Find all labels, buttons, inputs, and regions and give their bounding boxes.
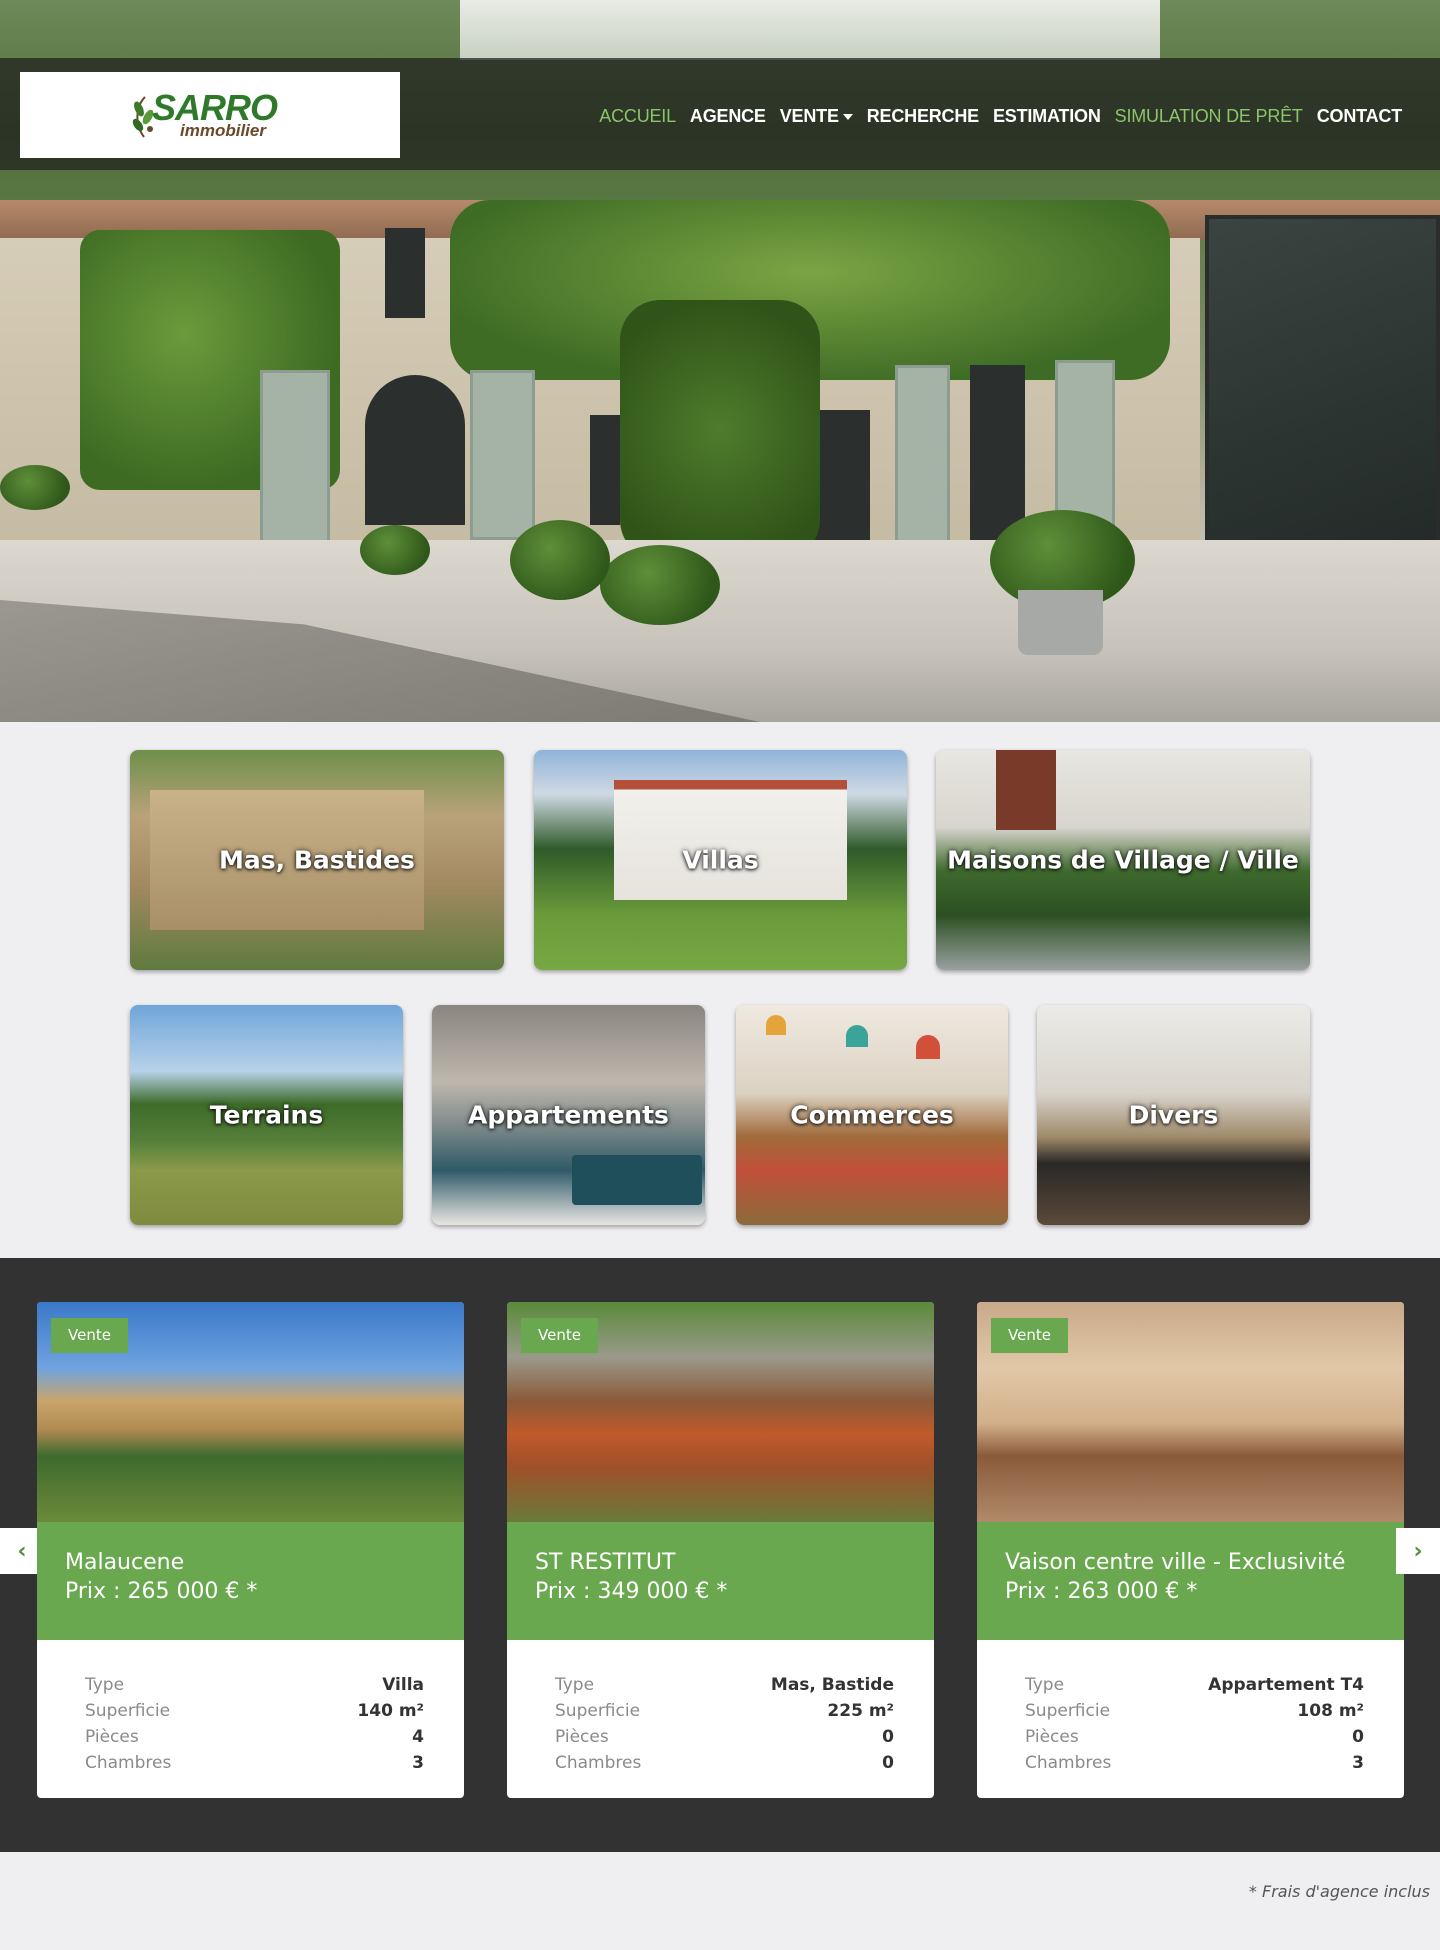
spec-label: Superficie (85, 1701, 171, 1721)
brand-logo[interactable]: SARRO immobilier (20, 72, 400, 158)
listing-card[interactable]: Vente Vaison centre ville - Exclusivité … (977, 1302, 1404, 1798)
spec-value: 3 (412, 1753, 424, 1773)
spec-label: Superficie (1025, 1701, 1111, 1721)
listing-title: ST RESTITUT (535, 1550, 676, 1575)
caret-down-icon (842, 114, 853, 121)
spec-value: 0 (882, 1727, 894, 1747)
listing-price: Prix : 263 000 € * (1005, 1579, 1198, 1604)
listings-carousel: ‹ Vente Malaucene Prix : 265 000 € * Typ… (0, 1258, 1440, 1852)
category-label: Villas (682, 845, 759, 875)
spec-value: 0 (1352, 1727, 1364, 1747)
category-label: Commerces (790, 1100, 954, 1130)
category-tile-commerces[interactable]: Commerces (736, 1005, 1008, 1225)
listing-badge: Vente (51, 1318, 128, 1353)
category-tile-appartements[interactable]: Appartements (432, 1005, 705, 1225)
listing-title: Malaucene (65, 1550, 185, 1575)
category-tile-maisons-de-village-ville[interactable]: Maisons de Village / Ville (936, 750, 1310, 970)
spec-label: Type (1025, 1675, 1065, 1695)
listing-banner: Malaucene Prix : 265 000 € * (37, 1522, 464, 1640)
spec-label: Pièces (555, 1727, 609, 1747)
listing-specs: Type Mas, Bastide Superficie 225 m² Pièces… (555, 1672, 894, 1776)
spec-value: 3 (1352, 1753, 1364, 1773)
nav-item-contact[interactable]: CONTACT (1317, 106, 1402, 127)
spec-value: 0 (882, 1753, 894, 1773)
spec-value: Mas, Bastide (770, 1675, 894, 1695)
spec-value: 108 m² (1297, 1701, 1364, 1721)
category-label: Mas, Bastides (219, 845, 415, 875)
top-navbar: SARRO immobilier ACCUEIL AGENCE VENTE RE… (0, 58, 1440, 170)
nav-item-accueil[interactable]: ACCUEIL (599, 106, 676, 127)
category-tile-terrains[interactable]: Terrains (130, 1005, 403, 1225)
chevron-right-icon: › (1413, 1538, 1423, 1564)
nav-item-simulation-de-pret[interactable]: SIMULATION DE PRÊT (1115, 106, 1303, 127)
spec-label: Chambres (1025, 1753, 1112, 1773)
listing-card[interactable]: Vente ST RESTITUT Prix : 349 000 € * Typ… (507, 1302, 934, 1798)
nav-item-recherche[interactable]: RECHERCHE (867, 106, 979, 127)
category-label: Maisons de Village / Ville (947, 845, 1299, 875)
category-tile-mas-bastides[interactable]: Mas, Bastides (130, 750, 504, 970)
brand-subtitle: immobilier (180, 121, 266, 140)
spec-label: Chambres (555, 1753, 642, 1773)
listing-badge: Vente (991, 1318, 1068, 1353)
spec-label: Chambres (85, 1753, 172, 1773)
spec-value: Villa (382, 1675, 424, 1695)
spec-label: Pièces (85, 1727, 139, 1747)
listing-card[interactable]: Vente Malaucene Prix : 265 000 € * Type V… (37, 1302, 464, 1798)
category-label: Divers (1128, 1100, 1219, 1130)
carousel-next-button[interactable]: › (1396, 1528, 1440, 1574)
listing-title: Vaison centre ville - Exclusivité (1005, 1550, 1346, 1575)
listing-specs: Type Villa Superficie 140 m² Pièces 4 Chamb… (85, 1672, 424, 1776)
listing-price: Prix : 349 000 € * (535, 1579, 728, 1604)
nav-item-agence[interactable]: AGENCE (690, 106, 766, 127)
spec-label: Type (555, 1675, 595, 1695)
category-tile-villas[interactable]: Villas (534, 750, 907, 970)
listing-badge: Vente (521, 1318, 598, 1353)
spec-label: Superficie (555, 1701, 641, 1721)
listing-specs: Type Appartement T4 Superficie 108 m² Pièc… (1025, 1672, 1364, 1776)
listing-banner: ST RESTITUT Prix : 349 000 € * (507, 1522, 934, 1640)
spec-label: Type (85, 1675, 125, 1695)
footnote-agency-fees: * Frais d'agence inclus (1248, 1882, 1430, 1901)
spec-value: Appartement T4 (1208, 1675, 1364, 1695)
main-nav: ACCUEIL AGENCE VENTE RECHERCHE ESTIMATIO… (599, 106, 1402, 127)
listing-price: Prix : 265 000 € * (65, 1579, 258, 1604)
spec-label: Pièces (1025, 1727, 1079, 1747)
nav-item-vente-label: VENTE (779, 106, 839, 126)
category-label: Terrains (209, 1100, 324, 1130)
listing-banner: Vaison centre ville - Exclusivité Prix :… (977, 1522, 1404, 1640)
nav-item-estimation[interactable]: ESTIMATION (993, 106, 1101, 127)
category-label: Appartements (468, 1100, 669, 1130)
spec-value: 225 m² (827, 1701, 894, 1721)
spec-value: 4 (412, 1727, 424, 1747)
spec-value: 140 m² (357, 1701, 424, 1721)
chevron-left-icon: ‹ (17, 1538, 27, 1564)
nav-item-vente[interactable]: VENTE (780, 106, 853, 127)
category-tile-divers[interactable]: Divers (1037, 1005, 1310, 1225)
